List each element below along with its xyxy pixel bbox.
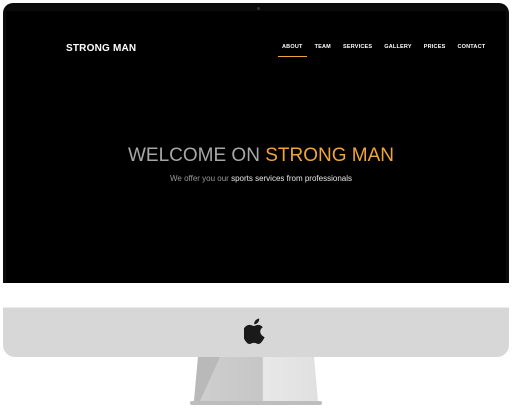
camera-icon — [257, 7, 260, 10]
nav-item-gallery[interactable]: GALLERY — [378, 44, 417, 57]
monitor-bottom-border — [3, 283, 509, 308]
hero-title-part1: WELCOME ON — [127, 145, 266, 166]
nav-item-services[interactable]: SERVICES — [337, 44, 378, 57]
main-nav: ABOUT TEAM SERVICES GALLERY PRICES CONTA… — [276, 44, 491, 57]
hero-subtitle: We offer you our sports services from pr… — [6, 174, 506, 183]
site-brand[interactable]: STRONG MAN — [66, 43, 136, 54]
hero-title-part2: STRONG MAN — [265, 145, 394, 166]
hero-title: WELCOME ON STRONG MAN — [6, 145, 506, 167]
hero-subtitle-part2: sports services from professionals — [231, 174, 352, 183]
monitor-screen: STRONG MAN ABOUT TEAM SERVICES GALLERY P… — [6, 11, 506, 307]
nav-item-prices[interactable]: PRICES — [418, 44, 452, 57]
hero-subtitle-part1: We offer you our — [169, 174, 232, 183]
nav-item-about[interactable]: ABOUT — [276, 44, 309, 57]
monitor-stand — [190, 357, 322, 405]
imac-mockup: STRONG MAN ABOUT TEAM SERVICES GALLERY P… — [0, 0, 512, 411]
monitor-bezel: STRONG MAN ABOUT TEAM SERVICES GALLERY P… — [3, 3, 509, 307]
nav-item-team[interactable]: TEAM — [309, 44, 337, 57]
apple-logo-icon — [244, 318, 265, 344]
nav-item-contact[interactable]: CONTACT — [451, 44, 491, 57]
